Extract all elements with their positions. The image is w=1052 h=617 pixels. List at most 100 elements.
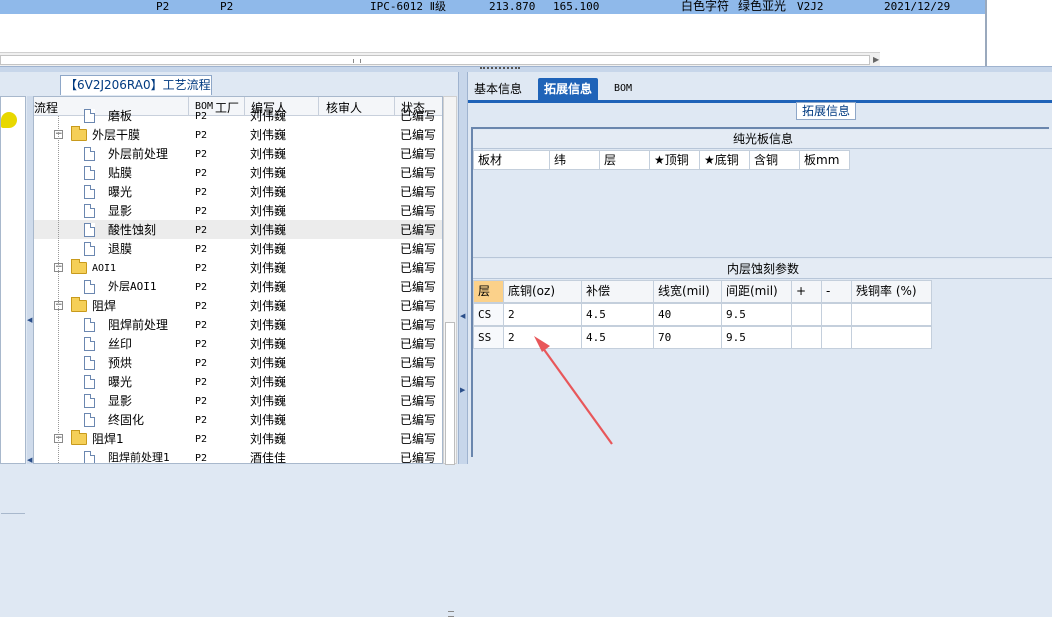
- etch-cell[interactable]: [791, 326, 822, 349]
- etch-col-1[interactable]: 底铜(oz): [503, 280, 582, 303]
- collapse-arrow-icon[interactable]: ◀: [460, 312, 465, 320]
- bare-board-col-4[interactable]: ★底铜: [699, 150, 750, 170]
- tab-basic-info[interactable]: 基本信息: [468, 78, 528, 100]
- status-value: 已编写: [400, 242, 437, 256]
- splitter-grip-icon: [480, 67, 520, 71]
- bom-value: P2: [195, 130, 208, 141]
- tree-vertical-scrollbar[interactable]: [443, 96, 457, 617]
- folder-icon: [71, 259, 87, 274]
- scrollbar-thumb[interactable]: [0, 55, 870, 65]
- etch-row-layer[interactable]: SS: [473, 326, 504, 349]
- document-icon: [84, 318, 95, 332]
- author-value: 刘伟巍: [250, 223, 287, 237]
- tree-row[interactable]: 阻焊前处理1 P2 酒佳佳 已编写: [34, 448, 442, 464]
- etch-col-0[interactable]: 层: [473, 280, 504, 303]
- etch-cell[interactable]: 9.5: [721, 326, 792, 349]
- tree-row[interactable]: 曝光 P2 刘伟巍 已编写: [34, 182, 442, 201]
- etch-cell[interactable]: [821, 303, 852, 326]
- etch-cell[interactable]: [821, 326, 852, 349]
- tree-node-label: AOI1: [92, 263, 117, 274]
- author-value: 刘伟巍: [250, 394, 287, 408]
- tree-row[interactable]: − 阻焊 P2 刘伟巍 已编写: [34, 296, 442, 315]
- status-value: 已编写: [400, 204, 437, 218]
- tree-node-label: 终固化: [108, 413, 145, 427]
- collapse-left-arrow-icon[interactable]: ◀: [27, 316, 32, 324]
- tree-row[interactable]: 预烘 P2 刘伟巍 已编写: [34, 353, 442, 372]
- etch-cell[interactable]: 70: [653, 326, 722, 349]
- vertical-splitter[interactable]: ◀ ▶: [458, 72, 468, 464]
- tab-extended-info[interactable]: 拓展信息: [538, 78, 599, 100]
- etch-cell[interactable]: 2: [503, 303, 582, 326]
- process-flow-tab[interactable]: 【6V2J206RA0】工艺流程: [60, 75, 212, 95]
- etch-col-6[interactable]: -: [821, 280, 852, 303]
- author-value: 刘伟巍: [250, 109, 287, 123]
- tree-row[interactable]: 贴膜 P2 刘伟巍 已编写: [34, 163, 442, 182]
- horizontal-scrollbar[interactable]: ▶: [0, 52, 880, 66]
- etch-cell[interactable]: 9.5: [721, 303, 792, 326]
- bare-board-col-1[interactable]: 纬: [549, 150, 600, 170]
- document-icon: [84, 280, 95, 294]
- etch-col-3[interactable]: 线宽(mil): [653, 280, 722, 303]
- tree-row[interactable]: − AOI1 P2 刘伟巍 已编写: [34, 258, 442, 277]
- bom-value: P2: [195, 301, 208, 312]
- tree-row[interactable]: − 外层干膜 P2 刘伟巍 已编写: [34, 125, 442, 144]
- bom-value: P2: [195, 263, 208, 274]
- tree-node-label: 曝光: [108, 375, 133, 389]
- etch-cell[interactable]: [851, 326, 932, 349]
- etch-row-layer[interactable]: CS: [473, 303, 504, 326]
- status-value: 已编写: [400, 166, 437, 180]
- tree-row[interactable]: 丝印 P2 刘伟巍 已编写: [34, 334, 442, 353]
- expand-arrow-icon[interactable]: ▶: [460, 386, 465, 394]
- scroll-right-arrow-icon[interactable]: ▶: [873, 55, 879, 64]
- collapse-left-arrow-icon-2[interactable]: ◀: [27, 456, 32, 464]
- bare-board-col-3[interactable]: ★顶铜: [649, 150, 700, 170]
- tree-row[interactable]: 阻焊前处理 P2 刘伟巍 已编写: [34, 315, 442, 334]
- tree-row[interactable]: 磨板 P2 刘伟巍 已编写: [34, 106, 442, 125]
- tree-node-label: 磨板: [108, 109, 133, 123]
- tree-node-label: 阻焊: [92, 299, 117, 313]
- etch-col-5[interactable]: +: [791, 280, 822, 303]
- etch-cell[interactable]: 4.5: [581, 303, 654, 326]
- top-grid-selected-row[interactable]: P2 P2 IPC-6012 Ⅱ级 213.870 165.100 白色字符 绿…: [0, 0, 985, 14]
- bare-board-col-5[interactable]: 含铜: [749, 150, 800, 170]
- tree-row[interactable]: 外层AOI1 P2 刘伟巍 已编写: [34, 277, 442, 296]
- author-value: 刘伟巍: [250, 318, 287, 332]
- author-value: 刘伟巍: [250, 375, 287, 389]
- folder-icon: [71, 430, 87, 445]
- tab-bom[interactable]: BOM: [608, 78, 638, 100]
- tree-row[interactable]: 酸性蚀刻 P2 刘伟巍 已编写: [34, 220, 442, 239]
- bom-value: P2: [195, 415, 208, 426]
- etch-cell[interactable]: [851, 303, 932, 326]
- bare-board-col-0[interactable]: 板材: [473, 150, 550, 170]
- tree-row[interactable]: 显影 P2 刘伟巍 已编写: [34, 391, 442, 410]
- author-value: 刘伟巍: [250, 242, 287, 256]
- status-value: 已编写: [400, 223, 437, 237]
- tree-row[interactable]: 外层前处理 P2 刘伟巍 已编写: [34, 144, 442, 163]
- etch-cell[interactable]: [791, 303, 822, 326]
- top-cell-date: 2021/12/29: [884, 0, 951, 13]
- tree-row[interactable]: 显影 P2 刘伟巍 已编写: [34, 201, 442, 220]
- bom-value: P2: [195, 320, 208, 331]
- etch-col-7[interactable]: 残铜率 (%): [851, 280, 932, 303]
- scrollbar-thumb[interactable]: [445, 322, 455, 617]
- tree-node-label: 阻焊前处理1: [108, 451, 170, 464]
- tree-line: [58, 116, 59, 463]
- top-cell-model: IPC-6012 Ⅱ级: [370, 0, 447, 13]
- document-icon: [84, 375, 95, 389]
- status-value: 已编写: [400, 451, 437, 464]
- tree-row[interactable]: 曝光 P2 刘伟巍 已编写: [34, 372, 442, 391]
- author-value: 刘伟巍: [250, 432, 287, 446]
- etch-col-2[interactable]: 补偿: [581, 280, 654, 303]
- document-icon: [84, 204, 95, 218]
- bare-board-col-2[interactable]: 层: [599, 150, 650, 170]
- tree-row[interactable]: − 阻焊1 P2 刘伟巍 已编写: [34, 429, 442, 448]
- tree-row[interactable]: 终固化 P2 刘伟巍 已编写: [34, 410, 442, 429]
- etch-cell[interactable]: 40: [653, 303, 722, 326]
- tree-node-label: 阻焊1: [92, 432, 124, 446]
- author-value: 酒佳佳: [250, 451, 287, 464]
- bare-board-col-6[interactable]: 板mm: [799, 150, 850, 170]
- speech-bubble-icon[interactable]: [1, 112, 17, 128]
- tree-row[interactable]: 退膜 P2 刘伟巍 已编写: [34, 239, 442, 258]
- document-icon: [84, 223, 95, 237]
- etch-col-4[interactable]: 间距(mil): [721, 280, 792, 303]
